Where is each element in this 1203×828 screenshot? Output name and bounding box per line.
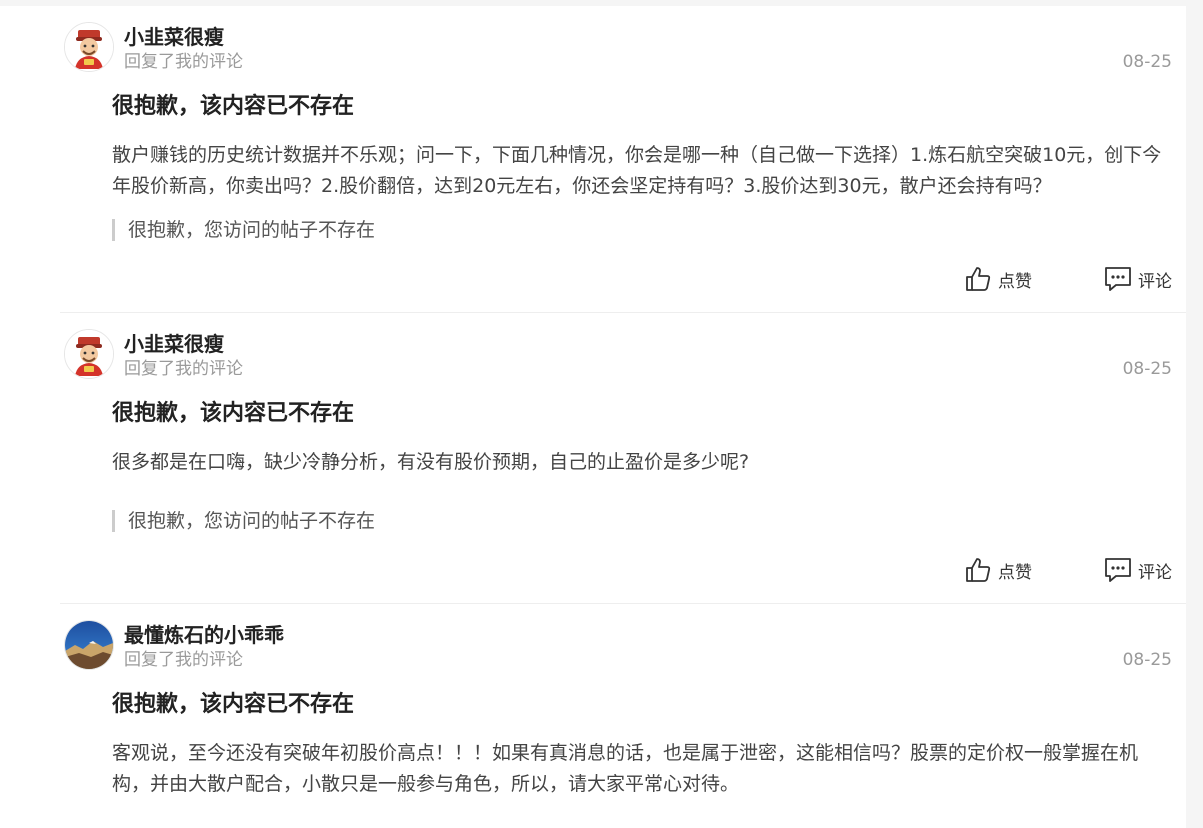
comment-button[interactable]: 评论 [1104, 265, 1172, 293]
action-text: 回复了我的评论 [124, 359, 243, 379]
like-label: 点赞 [998, 271, 1032, 292]
comment-label: 评论 [1138, 562, 1172, 583]
date-label: 08-25 [1122, 359, 1172, 379]
quoted-post[interactable]: 很抱歉，您访问的帖子不存在 [112, 219, 375, 241]
reply-notification-item: 小韭菜很瘦 回复了我的评论 08-25 很抱歉，该内容已不存在 很多都是在口嗨，… [60, 313, 1186, 604]
action-text: 回复了我的评论 [124, 52, 243, 72]
action-bar: 点赞 评论 [964, 264, 1172, 294]
user-avatar[interactable] [64, 329, 114, 379]
cartoon-god-of-wealth-avatar-icon [65, 23, 113, 71]
comment-icon [1105, 267, 1131, 291]
landscape-photo-avatar-icon [65, 621, 113, 669]
reply-notification-item: 小韭菜很瘦 回复了我的评论 08-25 很抱歉，该内容已不存在 散户赚钱的历史统… [60, 6, 1186, 313]
reply-content[interactable]: 客观说，至今还没有突破年初股价高点！！！如果有真消息的话，也是属于泄密，这能相信… [112, 738, 1166, 800]
like-label: 点赞 [998, 562, 1032, 583]
user-name[interactable]: 小韭菜很瘦 [124, 331, 224, 357]
action-bar: 点赞 评论 [964, 555, 1172, 585]
reply-title[interactable]: 很抱歉，该内容已不存在 [112, 92, 354, 122]
reply-title[interactable]: 很抱歉，该内容已不存在 [112, 399, 354, 429]
reply-content[interactable]: 很多都是在口嗨，缺少冷静分析，有没有股价预期，自己的止盈价是多少呢? [112, 447, 1166, 478]
comment-icon [1105, 558, 1131, 582]
like-button[interactable]: 点赞 [964, 265, 1032, 293]
comment-label: 评论 [1138, 271, 1172, 292]
reply-title[interactable]: 很抱歉，该内容已不存在 [112, 690, 354, 720]
user-name[interactable]: 最懂炼石的小乖乖 [124, 622, 284, 648]
reply-notification-item: 最懂炼石的小乖乖 回复了我的评论 08-25 很抱歉，该内容已不存在 客观说，至… [60, 604, 1186, 828]
cartoon-god-of-wealth-avatar-icon [65, 330, 113, 378]
user-name[interactable]: 小韭菜很瘦 [124, 24, 224, 50]
comment-button[interactable]: 评论 [1104, 556, 1172, 584]
reply-content[interactable]: 散户赚钱的历史统计数据并不乐观；问一下，下面几种情况，你会是哪一种（自己做一下选… [112, 140, 1166, 202]
thumbs-up-icon [966, 558, 991, 582]
like-button[interactable]: 点赞 [964, 556, 1032, 584]
date-label: 08-25 [1122, 650, 1172, 670]
user-avatar[interactable] [64, 620, 114, 670]
thumbs-up-icon [966, 267, 991, 291]
action-text: 回复了我的评论 [124, 650, 243, 670]
user-avatar[interactable] [64, 22, 114, 72]
message-feed: 小韭菜很瘦 回复了我的评论 08-25 很抱歉，该内容已不存在 散户赚钱的历史统… [0, 6, 1186, 828]
date-label: 08-25 [1122, 52, 1172, 72]
quoted-post[interactable]: 很抱歉，您访问的帖子不存在 [112, 510, 375, 532]
